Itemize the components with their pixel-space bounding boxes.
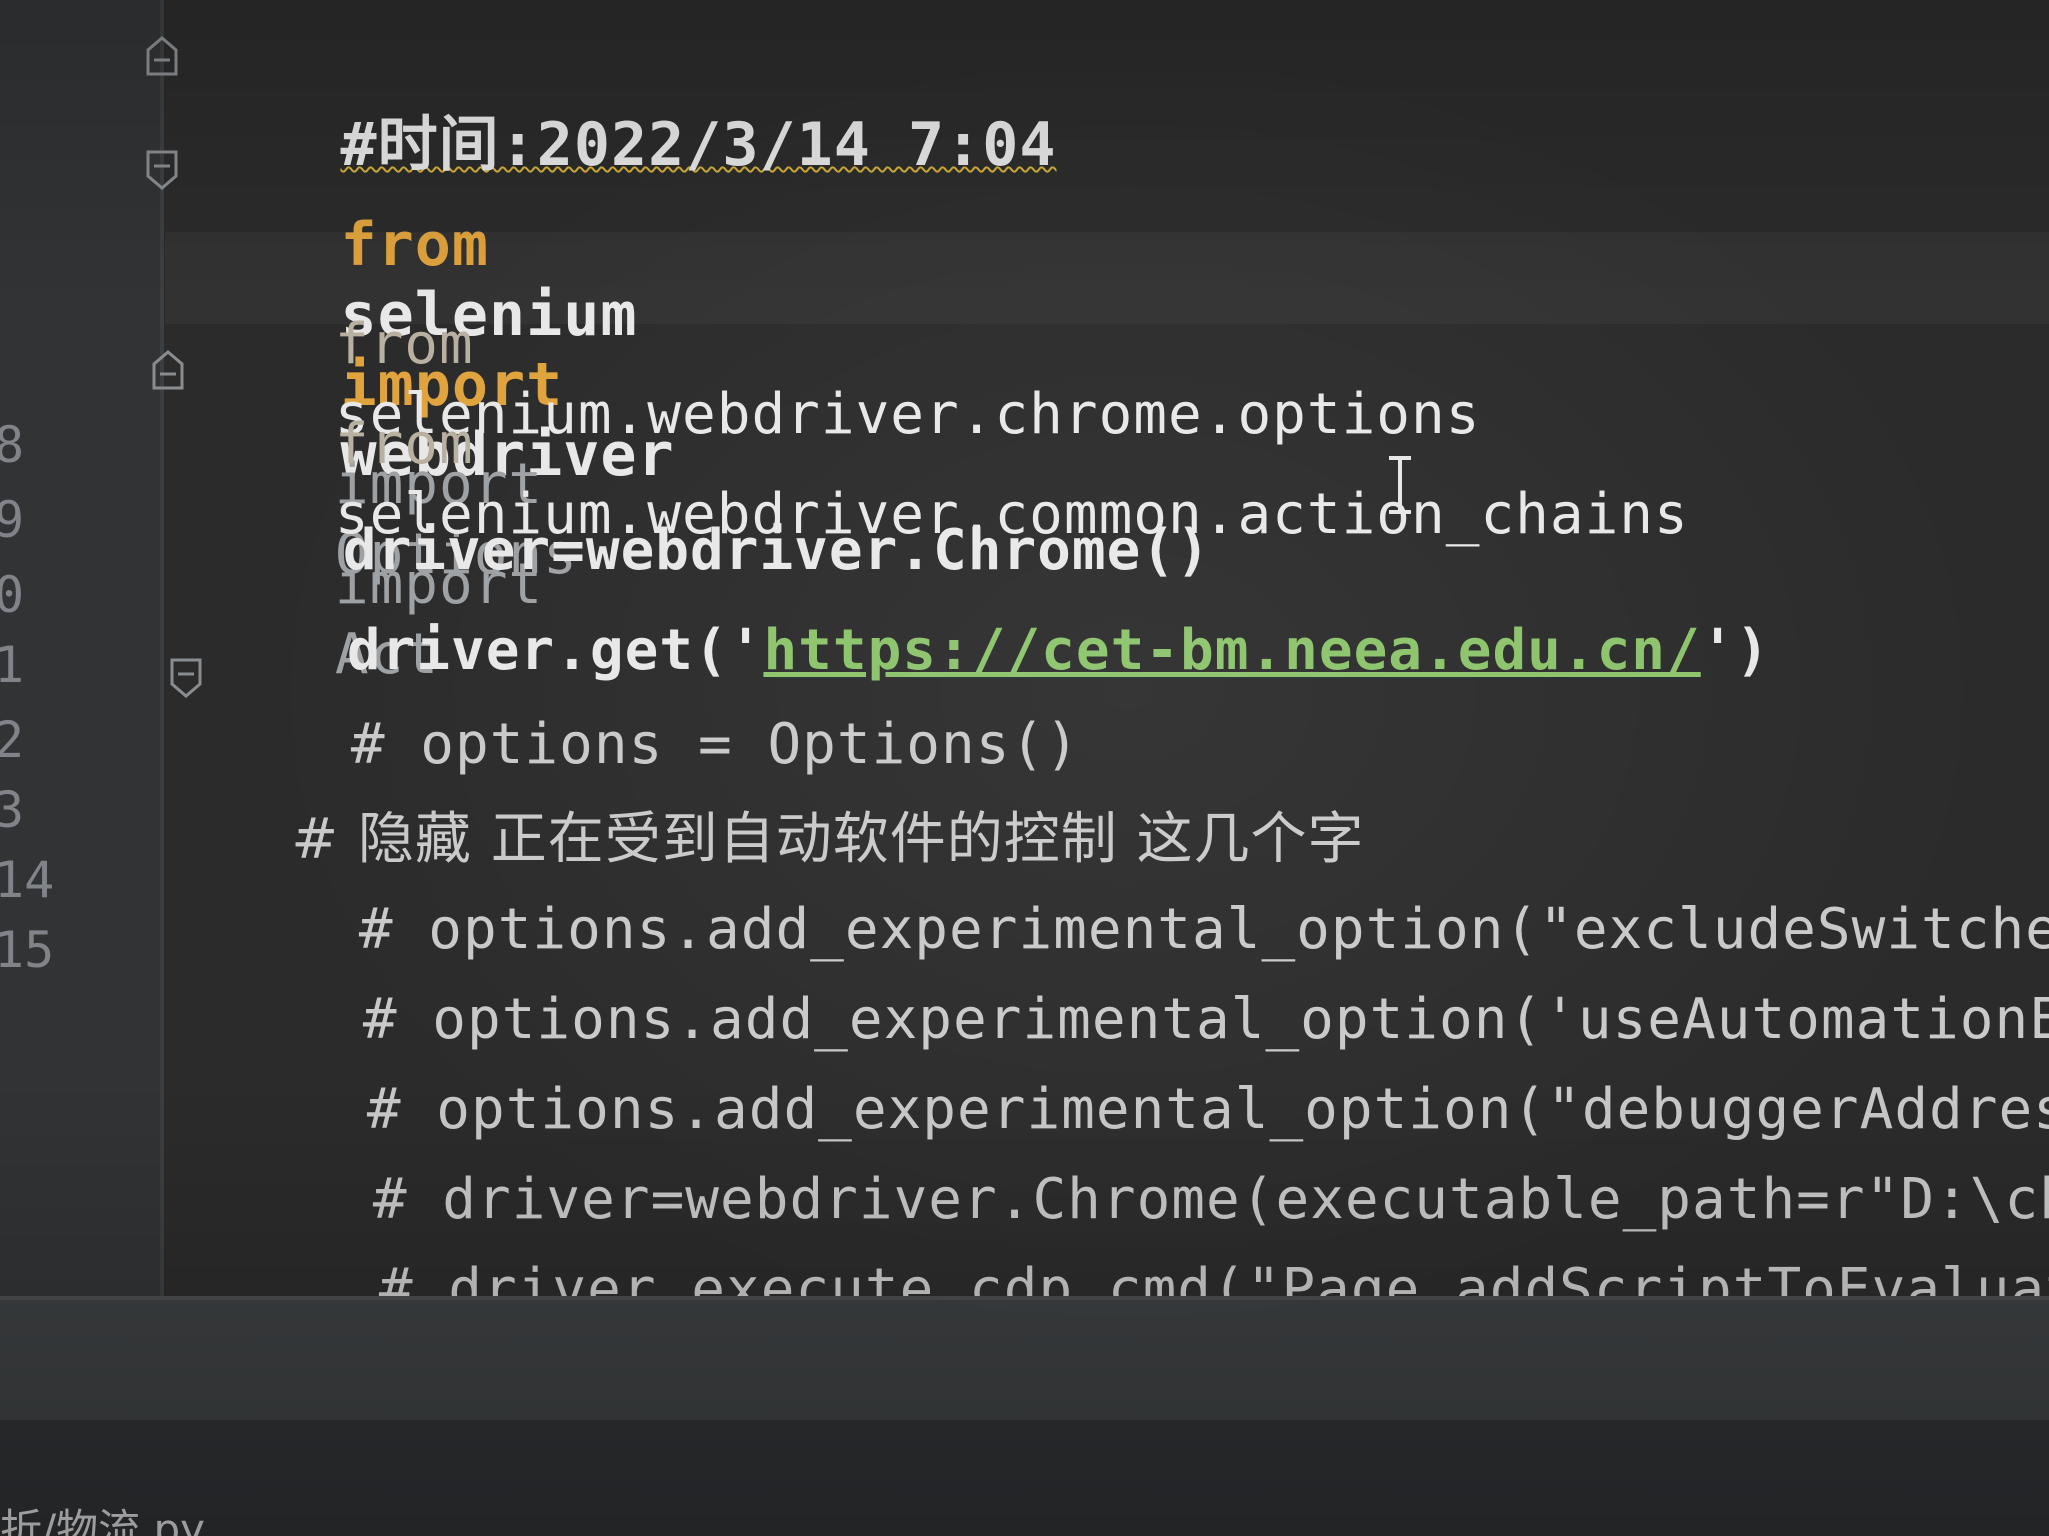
tool-window-strip xyxy=(0,1420,2049,1536)
bottom-panel xyxy=(0,1300,2049,1420)
line-number: 15 xyxy=(0,921,55,979)
line-number: 3 xyxy=(0,781,25,839)
fold-marker-icon[interactable] xyxy=(150,350,186,390)
text-cursor-icon xyxy=(1389,456,1411,514)
gutter-divider xyxy=(160,0,164,1300)
line-number: 8 xyxy=(0,416,25,474)
code-suffix: ') xyxy=(1700,618,1771,683)
line-number: 1 xyxy=(0,636,25,694)
ide-window: 8 9 0 1 2 3 14 15 #时间:2022/3/14 7:04 fro… xyxy=(0,0,2049,1536)
line-number: 2 xyxy=(0,711,25,769)
line-number: 14 xyxy=(0,851,55,909)
line-number: 9 xyxy=(0,491,25,549)
fold-marker-icon[interactable] xyxy=(144,150,180,190)
line-number: 0 xyxy=(0,566,25,624)
fold-marker-icon[interactable] xyxy=(144,36,180,76)
file-tab[interactable]: 折/物流.py xyxy=(0,1500,205,1536)
